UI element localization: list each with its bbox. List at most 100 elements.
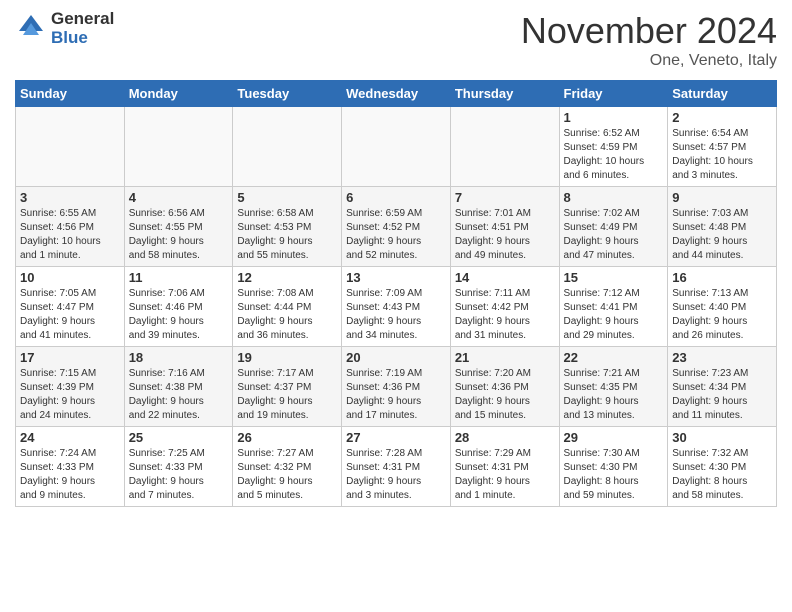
table-row: 4 Sunrise: 6:56 AM Sunset: 4:55 PM Daylig… — [124, 187, 233, 267]
day-info: Sunrise: 7:11 AM Sunset: 4:42 PM Dayligh… — [455, 287, 555, 343]
table-row: 25Sunrise: 7:25 AM Sunset: 4:33 PM Dayli… — [124, 427, 233, 507]
day-number: 27 — [346, 430, 446, 445]
calendar-week-3: 10 Sunrise: 7:05 AM Sunset: 4:47 PM Dayli… — [16, 267, 777, 347]
calendar-week-4: 17Sunrise: 7:15 AM Sunset: 4:39 PM Dayli… — [16, 347, 777, 427]
day-info: Sunrise: 7:23 AM Sunset: 4:34 PM Dayligh… — [672, 367, 772, 423]
table-row: 14 Sunrise: 7:11 AM Sunset: 4:42 PM Dayli… — [450, 267, 559, 347]
table-row — [450, 107, 559, 187]
table-row: 29Sunrise: 7:30 AM Sunset: 4:30 PM Dayli… — [559, 427, 668, 507]
day-info: Sunrise: 6:54 AM Sunset: 4:57 PM Dayligh… — [672, 127, 772, 183]
table-row: 30 Sunrise: 7:32 AM Sunset: 4:30 PM Dayli… — [668, 427, 777, 507]
day-number: 17 — [20, 350, 120, 365]
day-info: Sunrise: 7:25 AM Sunset: 4:33 PM Dayligh… — [129, 447, 229, 503]
header-row: Sunday Monday Tuesday Wednesday Thursday… — [16, 81, 777, 107]
table-row: 22Sunrise: 7:21 AM Sunset: 4:35 PM Dayli… — [559, 347, 668, 427]
day-info: Sunrise: 7:19 AM Sunset: 4:36 PM Dayligh… — [346, 367, 446, 423]
day-info: Sunrise: 7:32 AM Sunset: 4:30 PM Dayligh… — [672, 447, 772, 503]
col-saturday: Saturday — [668, 81, 777, 107]
table-row: 5 Sunrise: 6:58 AM Sunset: 4:53 PM Daylig… — [233, 187, 342, 267]
day-number: 4 — [129, 190, 229, 205]
table-row: 12 Sunrise: 7:08 AM Sunset: 4:44 PM Dayli… — [233, 267, 342, 347]
table-row — [342, 107, 451, 187]
day-info: Sunrise: 7:17 AM Sunset: 4:37 PM Dayligh… — [237, 367, 337, 423]
table-row: 2 Sunrise: 6:54 AM Sunset: 4:57 PM Daylig… — [668, 107, 777, 187]
table-row: 17Sunrise: 7:15 AM Sunset: 4:39 PM Dayli… — [16, 347, 125, 427]
day-number: 2 — [672, 110, 772, 125]
day-number: 21 — [455, 350, 555, 365]
day-info: Sunrise: 7:24 AM Sunset: 4:33 PM Dayligh… — [20, 447, 120, 503]
calendar-week-2: 3 Sunrise: 6:55 AM Sunset: 4:56 PM Daylig… — [16, 187, 777, 267]
table-row: 27 Sunrise: 7:28 AM Sunset: 4:31 PM Dayli… — [342, 427, 451, 507]
day-number: 20 — [346, 350, 446, 365]
day-number: 24 — [20, 430, 120, 445]
col-friday: Friday — [559, 81, 668, 107]
logo-icon — [15, 13, 47, 45]
table-row: 15 Sunrise: 7:12 AM Sunset: 4:41 PM Dayli… — [559, 267, 668, 347]
day-info: Sunrise: 7:02 AM Sunset: 4:49 PM Dayligh… — [564, 207, 664, 263]
table-row: 16Sunrise: 7:13 AM Sunset: 4:40 PM Dayli… — [668, 267, 777, 347]
table-row: 19 Sunrise: 7:17 AM Sunset: 4:37 PM Dayli… — [233, 347, 342, 427]
day-info: Sunrise: 7:09 AM Sunset: 4:43 PM Dayligh… — [346, 287, 446, 343]
day-number: 10 — [20, 270, 120, 285]
day-number: 7 — [455, 190, 555, 205]
table-row: 3 Sunrise: 6:55 AM Sunset: 4:56 PM Daylig… — [16, 187, 125, 267]
table-row: 28 Sunrise: 7:29 AM Sunset: 4:31 PM Dayli… — [450, 427, 559, 507]
calendar-table: Sunday Monday Tuesday Wednesday Thursday… — [15, 80, 777, 507]
day-number: 29 — [564, 430, 664, 445]
table-row: 9Sunrise: 7:03 AM Sunset: 4:48 PM Daylig… — [668, 187, 777, 267]
day-info: Sunrise: 7:16 AM Sunset: 4:38 PM Dayligh… — [129, 367, 229, 423]
day-info: Sunrise: 7:01 AM Sunset: 4:51 PM Dayligh… — [455, 207, 555, 263]
day-info: Sunrise: 7:29 AM Sunset: 4:31 PM Dayligh… — [455, 447, 555, 503]
day-info: Sunrise: 7:28 AM Sunset: 4:31 PM Dayligh… — [346, 447, 446, 503]
day-info: Sunrise: 7:08 AM Sunset: 4:44 PM Dayligh… — [237, 287, 337, 343]
table-row: 18 Sunrise: 7:16 AM Sunset: 4:38 PM Dayli… — [124, 347, 233, 427]
table-row: 10 Sunrise: 7:05 AM Sunset: 4:47 PM Dayli… — [16, 267, 125, 347]
day-info: Sunrise: 6:52 AM Sunset: 4:59 PM Dayligh… — [564, 127, 664, 183]
day-info: Sunrise: 7:21 AM Sunset: 4:35 PM Dayligh… — [564, 367, 664, 423]
table-row — [233, 107, 342, 187]
day-info: Sunrise: 6:55 AM Sunset: 4:56 PM Dayligh… — [20, 207, 120, 263]
day-info: Sunrise: 7:20 AM Sunset: 4:36 PM Dayligh… — [455, 367, 555, 423]
col-wednesday: Wednesday — [342, 81, 451, 107]
month-title: November 2024 — [521, 10, 777, 52]
day-number: 28 — [455, 430, 555, 445]
day-info: Sunrise: 7:12 AM Sunset: 4:41 PM Dayligh… — [564, 287, 664, 343]
day-number: 26 — [237, 430, 337, 445]
table-row: 6 Sunrise: 6:59 AM Sunset: 4:52 PM Daylig… — [342, 187, 451, 267]
table-row — [16, 107, 125, 187]
day-number: 8 — [564, 190, 664, 205]
header: General Blue November 2024 One, Veneto, … — [15, 10, 777, 70]
logo-general: General — [51, 10, 114, 29]
day-info: Sunrise: 6:59 AM Sunset: 4:52 PM Dayligh… — [346, 207, 446, 263]
table-row: 20 Sunrise: 7:19 AM Sunset: 4:36 PM Dayli… — [342, 347, 451, 427]
logo-text: General Blue — [51, 10, 114, 47]
col-sunday: Sunday — [16, 81, 125, 107]
logo: General Blue — [15, 10, 114, 47]
table-row: 11Sunrise: 7:06 AM Sunset: 4:46 PM Dayli… — [124, 267, 233, 347]
location: One, Veneto, Italy — [521, 52, 777, 70]
day-info: Sunrise: 6:56 AM Sunset: 4:55 PM Dayligh… — [129, 207, 229, 263]
day-info: Sunrise: 7:27 AM Sunset: 4:32 PM Dayligh… — [237, 447, 337, 503]
day-number: 30 — [672, 430, 772, 445]
page: General Blue November 2024 One, Veneto, … — [0, 0, 792, 612]
day-info: Sunrise: 7:06 AM Sunset: 4:46 PM Dayligh… — [129, 287, 229, 343]
table-row: 13Sunrise: 7:09 AM Sunset: 4:43 PM Dayli… — [342, 267, 451, 347]
table-row: 21 Sunrise: 7:20 AM Sunset: 4:36 PM Dayli… — [450, 347, 559, 427]
day-number: 3 — [20, 190, 120, 205]
day-number: 15 — [564, 270, 664, 285]
table-row: 7 Sunrise: 7:01 AM Sunset: 4:51 PM Daylig… — [450, 187, 559, 267]
day-info: Sunrise: 7:05 AM Sunset: 4:47 PM Dayligh… — [20, 287, 120, 343]
day-number: 5 — [237, 190, 337, 205]
day-number: 6 — [346, 190, 446, 205]
day-number: 19 — [237, 350, 337, 365]
title-block: November 2024 One, Veneto, Italy — [521, 10, 777, 70]
day-info: Sunrise: 7:03 AM Sunset: 4:48 PM Dayligh… — [672, 207, 772, 263]
day-info: Sunrise: 6:58 AM Sunset: 4:53 PM Dayligh… — [237, 207, 337, 263]
calendar-week-5: 24 Sunrise: 7:24 AM Sunset: 4:33 PM Dayli… — [16, 427, 777, 507]
day-number: 18 — [129, 350, 229, 365]
logo-blue: Blue — [51, 29, 114, 48]
col-thursday: Thursday — [450, 81, 559, 107]
col-monday: Monday — [124, 81, 233, 107]
day-number: 12 — [237, 270, 337, 285]
day-number: 14 — [455, 270, 555, 285]
